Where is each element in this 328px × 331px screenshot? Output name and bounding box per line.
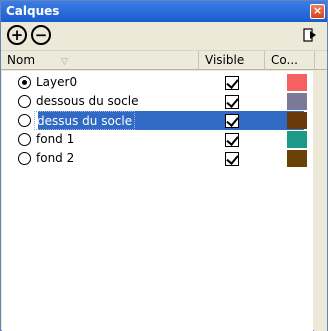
layer-name[interactable]: fond 2 (34, 149, 76, 168)
active-layer-radio[interactable] (18, 76, 31, 89)
visible-checkbox[interactable] (225, 152, 239, 166)
layer-color-swatch[interactable] (287, 112, 307, 129)
close-button[interactable]: × (310, 4, 325, 19)
visible-checkbox[interactable] (225, 114, 239, 128)
layer-color-swatch[interactable] (287, 150, 307, 167)
column-header-color[interactable]: Co... (265, 51, 315, 70)
layer-color-swatch[interactable] (287, 93, 307, 110)
layer-row[interactable]: dessus du socle (2, 111, 313, 130)
layer-list: Layer0 dessous du socle dessus du socle fon… (2, 71, 313, 331)
layer-row[interactable]: dessous du socle (2, 92, 313, 111)
layer-row[interactable]: fond 2 (2, 149, 313, 168)
active-layer-radio[interactable] (18, 95, 31, 108)
layer-row[interactable]: Layer0 (2, 73, 313, 92)
add-layer-button[interactable]: + (7, 25, 27, 45)
layers-window: Calques × + − Nom ▽ Visible Co... Layer0 d… (0, 0, 328, 331)
toolbar: + − (1, 22, 327, 48)
close-icon: × (312, 4, 323, 17)
minus-icon: − (34, 25, 48, 44)
table-header: Nom ▽ Visible Co... (1, 50, 327, 70)
layer-name[interactable]: dessus du socle (34, 111, 136, 130)
active-layer-radio[interactable] (18, 152, 31, 165)
visible-checkbox[interactable] (225, 95, 239, 109)
sort-icon: ▽ (61, 57, 68, 67)
titlebar: Calques × (1, 1, 327, 22)
visible-checkbox[interactable] (225, 133, 239, 147)
layer-name[interactable]: dessous du socle (34, 92, 140, 111)
layer-color-swatch[interactable] (287, 74, 307, 91)
plus-icon: + (10, 25, 24, 44)
window-title: Calques (6, 4, 60, 18)
layer-color-swatch[interactable] (287, 131, 307, 148)
active-layer-radio[interactable] (18, 133, 31, 146)
scrollbar-track[interactable] (314, 71, 327, 331)
column-header-name[interactable]: Nom ▽ (1, 51, 199, 70)
remove-layer-button[interactable]: − (31, 25, 51, 45)
column-header-visible[interactable]: Visible (199, 51, 265, 70)
layer-row[interactable]: fond 1 (2, 130, 313, 149)
export-icon[interactable] (303, 27, 317, 43)
layer-name[interactable]: Layer0 (34, 73, 79, 92)
layer-name[interactable]: fond 1 (34, 130, 76, 149)
active-layer-radio[interactable] (18, 114, 31, 127)
visible-checkbox[interactable] (225, 76, 239, 90)
